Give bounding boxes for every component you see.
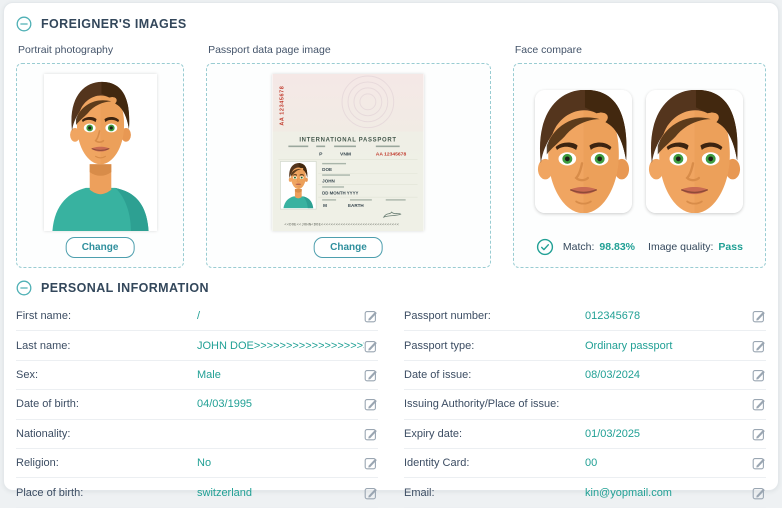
face-compare-passport-image	[646, 90, 743, 213]
field-label: Place of birth:	[16, 487, 197, 499]
field-row: Issuing Authority/Place of issue:	[404, 390, 766, 419]
edit-icon[interactable]	[752, 456, 766, 470]
face-compare-box: Match: 98.83% Image quality: Pass	[513, 63, 766, 268]
portrait-upload-box: Change	[16, 63, 184, 268]
passport-label: Passport data page image	[208, 44, 491, 56]
edit-icon[interactable]	[752, 427, 766, 441]
field-row: Sex: Male	[16, 361, 378, 390]
match-result-row: Match: 98.83% Image quality: Pass	[514, 238, 765, 256]
field-row: Last name: JOHN DOE>>>>>>>>>>>>>>>>>>>>>…	[16, 331, 378, 360]
edit-icon[interactable]	[752, 397, 766, 411]
check-circle-icon	[536, 238, 554, 256]
section-title-images: FOREIGNER'S IMAGES	[41, 17, 187, 31]
passport-page-image: AA 12345678 INTERNATIONAL PASSPORT P VNM…	[272, 74, 424, 231]
field-row: Place of birth: switzerland	[16, 478, 378, 507]
field-value: JOHN DOE>>>>>>>>>>>>>>>>>>>>>>>>>>	[197, 340, 364, 352]
field-row: Nationality:	[16, 420, 378, 449]
field-label: Last name:	[16, 340, 197, 352]
match-value: 98.83%	[599, 241, 635, 253]
field-value: Male	[197, 369, 364, 381]
field-row: Passport type: Ordinary passport	[404, 331, 766, 360]
field-row: Identity Card: 00	[404, 449, 766, 478]
collapse-icon[interactable]	[16, 16, 32, 32]
field-row: Date of birth: 04/03/1995	[16, 390, 378, 419]
field-label: Date of issue:	[404, 369, 585, 381]
edit-icon[interactable]	[364, 397, 378, 411]
section-title-personal: PERSONAL INFORMATION	[41, 281, 209, 295]
edit-icon[interactable]	[752, 486, 766, 500]
passport-upload-box: AA 12345678 INTERNATIONAL PASSPORT P VNM…	[206, 63, 491, 268]
passport-sex: M	[324, 203, 328, 208]
field-label: First name:	[16, 310, 197, 322]
edit-icon[interactable]	[364, 486, 378, 500]
edit-icon[interactable]	[752, 368, 766, 382]
field-label: Passport number:	[404, 310, 585, 322]
portrait-label: Portrait photography	[18, 44, 184, 56]
field-value: 01/03/2025	[585, 428, 752, 440]
quality-value: Pass	[718, 241, 743, 253]
passport-mrz: <<DOE<<JOHN<DOE<<<<<<<<<<<<<<<<<<<<<<<<<…	[285, 223, 400, 228]
main-panel: FOREIGNER'S IMAGES Portrait photography …	[3, 2, 779, 491]
edit-icon[interactable]	[364, 456, 378, 470]
edit-icon[interactable]	[752, 339, 766, 353]
field-row: Date of issue: 08/03/2024	[404, 361, 766, 390]
field-label: Expiry date:	[404, 428, 585, 440]
field-value: /	[197, 310, 364, 322]
edit-icon[interactable]	[364, 368, 378, 382]
field-row: First name: /	[16, 302, 378, 331]
field-label: Passport type:	[404, 340, 585, 352]
field-row: Religion: No	[16, 449, 378, 478]
quality-label: Image quality:	[648, 241, 713, 253]
collapse-icon[interactable]	[16, 280, 32, 296]
field-value: switzerland	[197, 487, 364, 499]
edit-icon[interactable]	[752, 309, 766, 323]
passport-given-name: JOHN	[323, 178, 336, 183]
passport-vertical-number: AA 12345678	[280, 86, 286, 126]
passport-code: VNM	[341, 151, 352, 157]
passport-doc-title: INTERNATIONAL PASSPORT	[300, 138, 397, 144]
passport-surname: DOE	[323, 167, 333, 172]
field-value: 012345678	[585, 310, 752, 322]
passport-number-text: AA 12345678	[376, 151, 407, 157]
field-row: Email: kin@yopmail.com	[404, 478, 766, 507]
field-label: Date of birth:	[16, 398, 197, 410]
edit-icon[interactable]	[364, 427, 378, 441]
match-label: Match:	[563, 241, 595, 253]
field-value: 04/03/1995	[197, 398, 364, 410]
field-label: Identity Card:	[404, 457, 585, 469]
personal-fields-left-column: First name: / Last name: JOHN DOE>>>>>>>…	[16, 302, 378, 508]
passport-place-of-birth: EARTH	[348, 203, 364, 208]
portrait-change-button[interactable]: Change	[66, 237, 135, 258]
edit-icon[interactable]	[364, 339, 378, 353]
field-value: Ordinary passport	[585, 340, 752, 352]
foreigners-images-header: FOREIGNER'S IMAGES	[16, 13, 766, 35]
field-label: Nationality:	[16, 428, 197, 440]
edit-icon[interactable]	[364, 309, 378, 323]
portrait-image	[44, 74, 157, 231]
field-row: Expiry date: 01/03/2025	[404, 420, 766, 449]
field-label: Email:	[404, 487, 585, 499]
field-value: No	[197, 457, 364, 469]
face-compare-portrait-image	[535, 90, 632, 213]
face-compare-label: Face compare	[515, 44, 766, 56]
field-value: 00	[585, 457, 752, 469]
field-value: 08/03/2024	[585, 369, 752, 381]
field-row: Passport number: 012345678	[404, 302, 766, 331]
field-label: Sex:	[16, 369, 197, 381]
passport-birth-date: DD MONTH YYYY	[323, 191, 359, 196]
passport-change-button[interactable]: Change	[314, 237, 383, 258]
field-label: Issuing Authority/Place of issue:	[404, 398, 585, 410]
field-label: Religion:	[16, 457, 197, 469]
field-value: kin@yopmail.com	[585, 487, 752, 499]
personal-fields-right-column: Passport number: 012345678 Passport type…	[404, 302, 766, 508]
personal-info-header: PERSONAL INFORMATION	[16, 277, 766, 299]
